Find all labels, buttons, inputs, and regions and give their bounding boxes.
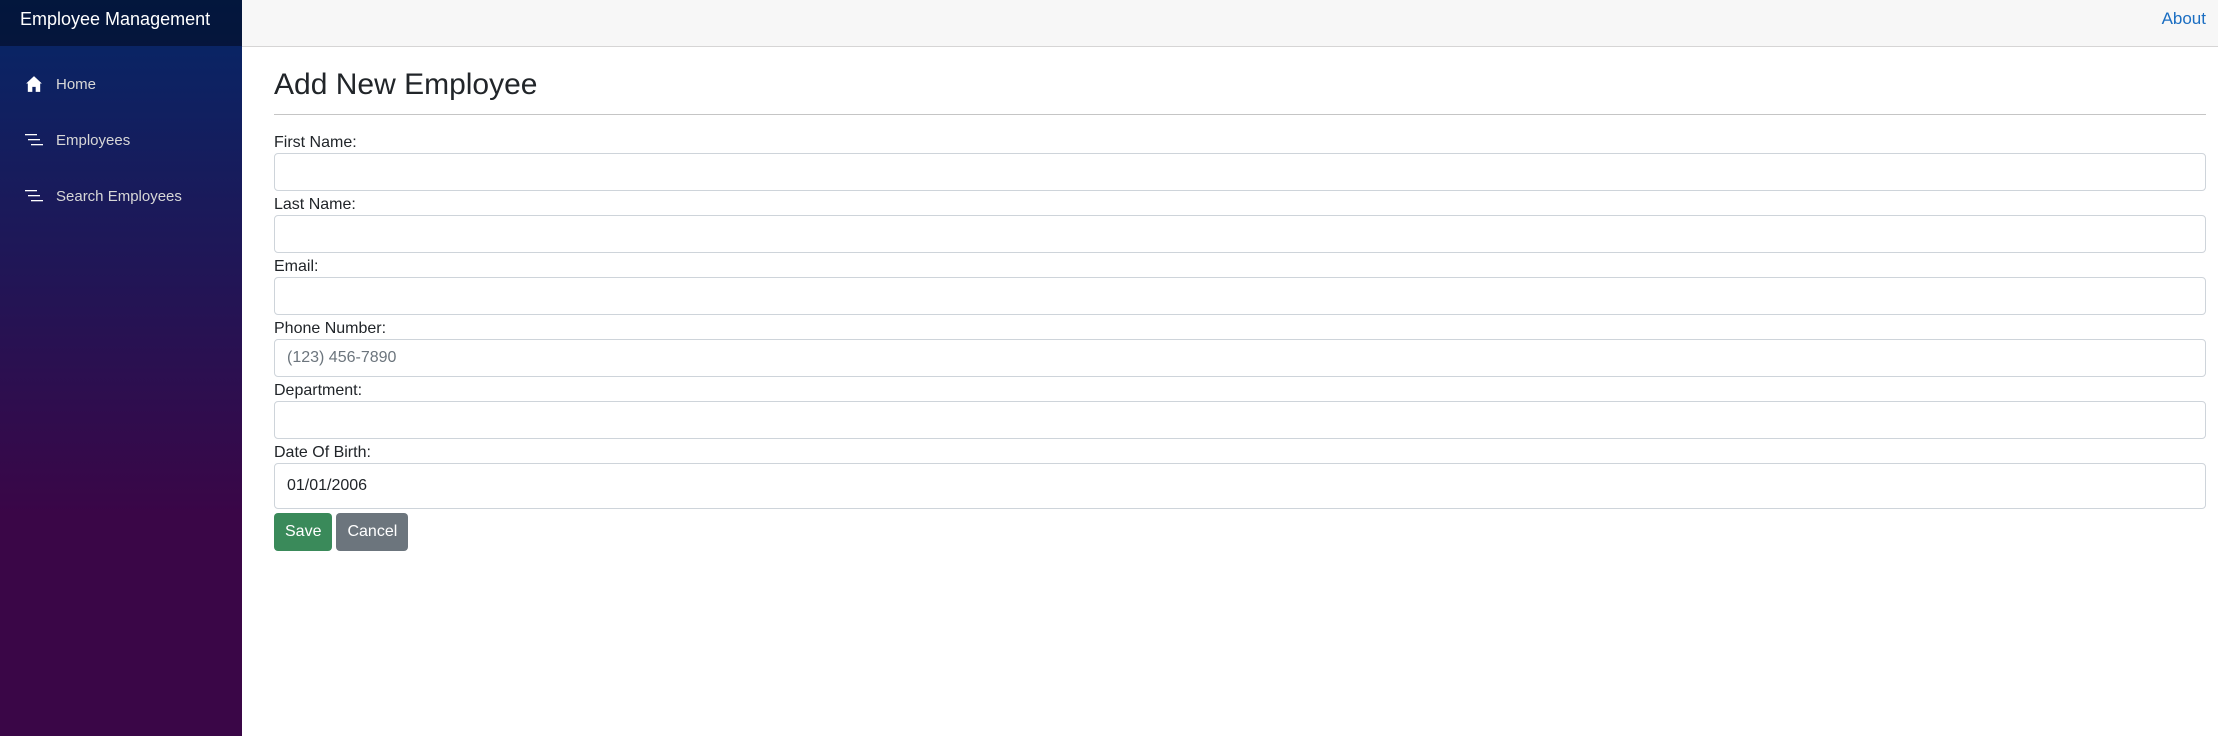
first-name-label: First Name: [274,134,357,151]
sidebar-item-home[interactable]: Home [0,56,242,112]
save-button[interactable]: Save [274,513,333,551]
sidebar-item-label: Employees [56,131,131,149]
phone-input[interactable] [274,339,2206,377]
sidebar-item-label: Search Employees [56,187,182,205]
phone-label: Phone Number: [274,320,387,337]
title-divider [274,114,2206,115]
list-icon [24,130,44,150]
list-icon [24,186,44,206]
home-icon [24,74,44,94]
sidebar-item-label: Home [56,75,97,93]
sidebar-item-employees[interactable]: Employees [0,112,242,168]
last-name-input[interactable] [274,215,2206,253]
sidebar-nav: Home Employees Search Employees [0,46,242,224]
main-content: Add New Employee First Name: Last Name: … [274,47,2206,551]
add-employee-form: First Name: Last Name: Email: Phone Numb… [274,133,2206,551]
sidebar-item-search-employees[interactable]: Search Employees [0,168,242,224]
email-input[interactable] [274,277,2206,315]
app-brand[interactable]: Employee Management [0,0,242,46]
sidebar: Employee Management Home Employees Searc… [0,0,242,736]
date-of-birth-input[interactable]: 01/01/2006 [274,463,2206,509]
department-input[interactable] [274,401,2206,439]
date-of-birth-value: 01/01/2006 [287,477,368,494]
form-actions: Save Cancel [274,513,2206,551]
last-name-label: Last Name: [274,196,356,213]
department-label: Department: [274,382,363,399]
page-title: Add New Employee [274,68,538,101]
top-bar: About [242,0,2218,47]
cancel-button[interactable]: Cancel [336,513,409,551]
about-link[interactable]: About [2162,9,2206,29]
first-name-input[interactable] [274,153,2206,191]
email-label: Email: [274,258,319,275]
date-of-birth-label: Date Of Birth: [274,444,371,461]
